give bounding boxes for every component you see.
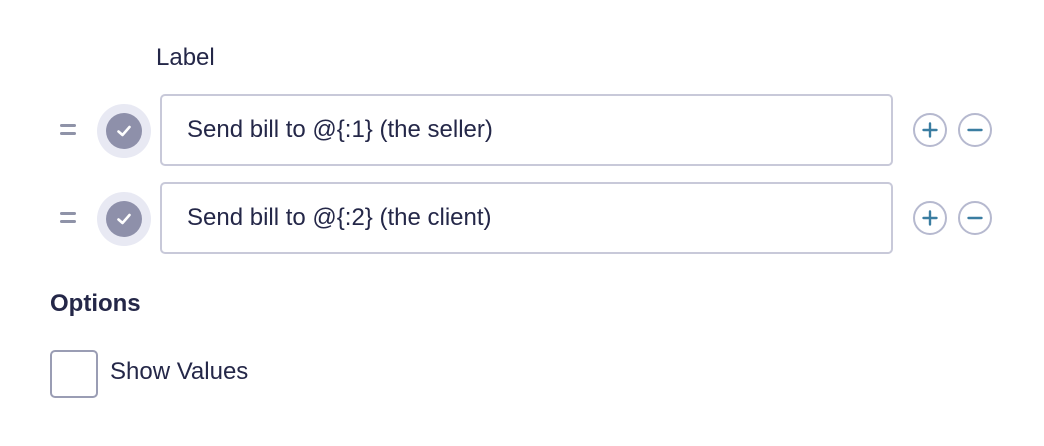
drag-handle-icon[interactable] xyxy=(58,208,78,228)
remove-choice-button[interactable] xyxy=(958,113,992,147)
plus-icon xyxy=(922,122,938,138)
remove-choice-button[interactable] xyxy=(958,201,992,235)
add-choice-button[interactable] xyxy=(913,201,947,235)
options-heading: Options xyxy=(50,290,141,317)
drag-handle-icon[interactable] xyxy=(58,120,78,140)
choice-label-input[interactable] xyxy=(160,182,893,254)
plus-icon xyxy=(922,210,938,226)
checkmark-icon xyxy=(106,201,142,237)
default-choice-toggle[interactable] xyxy=(97,104,151,158)
choice-row xyxy=(0,94,1044,166)
minus-icon xyxy=(967,216,983,220)
choice-label-input[interactable] xyxy=(160,94,893,166)
show-values-label[interactable]: Show Values xyxy=(110,358,248,386)
add-choice-button[interactable] xyxy=(913,113,947,147)
minus-icon xyxy=(967,128,983,132)
choice-row xyxy=(0,182,1044,254)
show-values-checkbox[interactable] xyxy=(50,350,98,398)
label-column-header: Label xyxy=(156,44,215,71)
checkmark-icon xyxy=(106,113,142,149)
default-choice-toggle[interactable] xyxy=(97,192,151,246)
